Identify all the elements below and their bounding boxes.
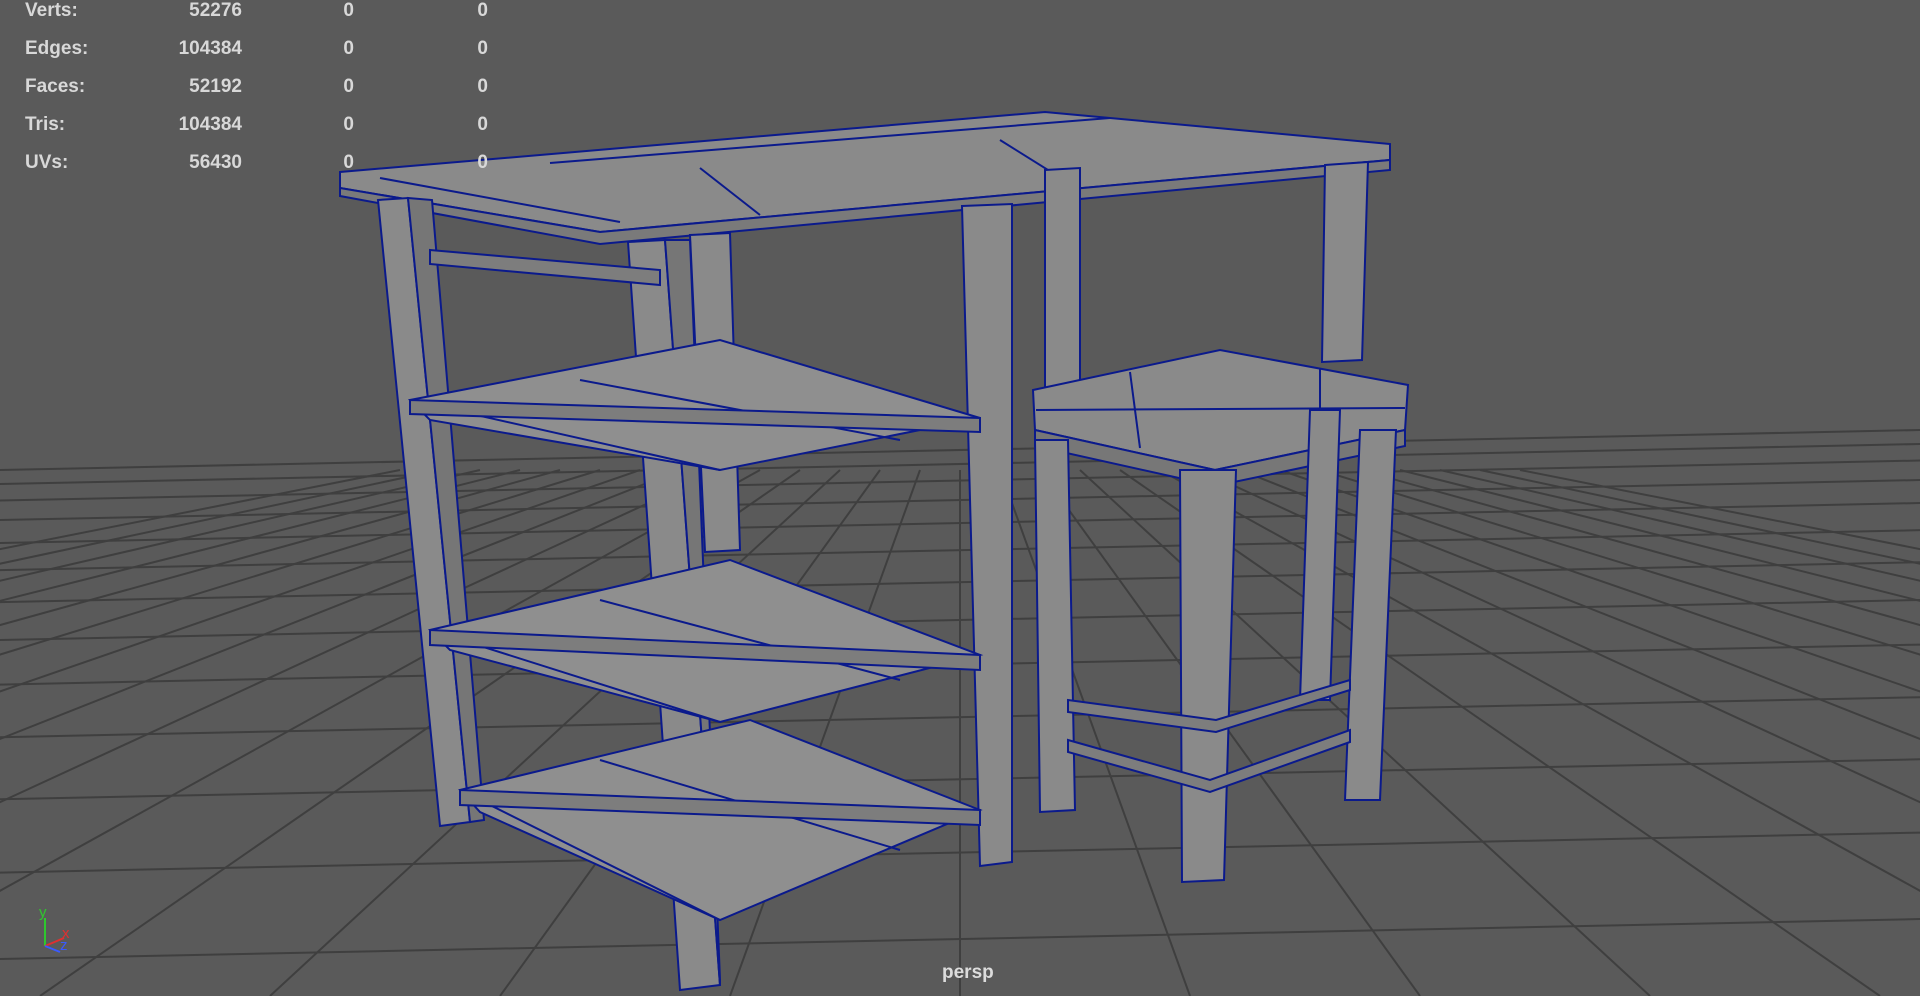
hud-label: Edges: [25,38,89,59]
axis-y-label: y [39,904,47,921]
hud-selected: 0 [343,0,354,21]
hud-label: Verts: [25,0,78,21]
hud-selected-2: 0 [477,152,488,173]
hud-selected: 0 [343,114,354,135]
viewport-scene[interactable]: y x z [0,0,1920,996]
hud-selected-2: 0 [477,114,488,135]
hud-label: UVs: [25,152,69,173]
hud-label: Faces: [25,76,86,97]
hud-total: 56430 [189,152,242,173]
ground-grid [0,429,1920,996]
hud-row-tris: Tris: 104384 0 0 [0,114,520,136]
bar-stool-mesh[interactable] [1031,348,1410,884]
axis-z-label: z [60,937,68,954]
hud-selected-2: 0 [477,0,488,21]
hud-row-uvs: UVs: 56430 0 0 [0,152,520,174]
hud-selected: 0 [343,76,354,97]
hud-selected: 0 [343,38,354,59]
axis-gizmo: y x z [39,904,70,954]
hud-selected: 0 [343,152,354,173]
hud-selected-2: 0 [477,38,488,59]
hud-total: 104384 [178,114,242,135]
hud-total: 104384 [178,38,242,59]
3d-viewport[interactable]: y x z Verts: 52276 0 0 Edges: 104384 0 0… [0,0,1920,996]
hud-total: 52276 [189,0,242,21]
camera-name-label: persp [942,962,994,983]
hud-row-verts: Verts: 52276 0 0 [0,0,520,22]
hud-total: 52192 [189,76,242,97]
hud-label: Tris: [25,114,66,135]
hud-selected-2: 0 [477,76,488,97]
hud-row-edges: Edges: 104384 0 0 [0,38,520,60]
hud-row-faces: Faces: 52192 0 0 [0,76,520,98]
